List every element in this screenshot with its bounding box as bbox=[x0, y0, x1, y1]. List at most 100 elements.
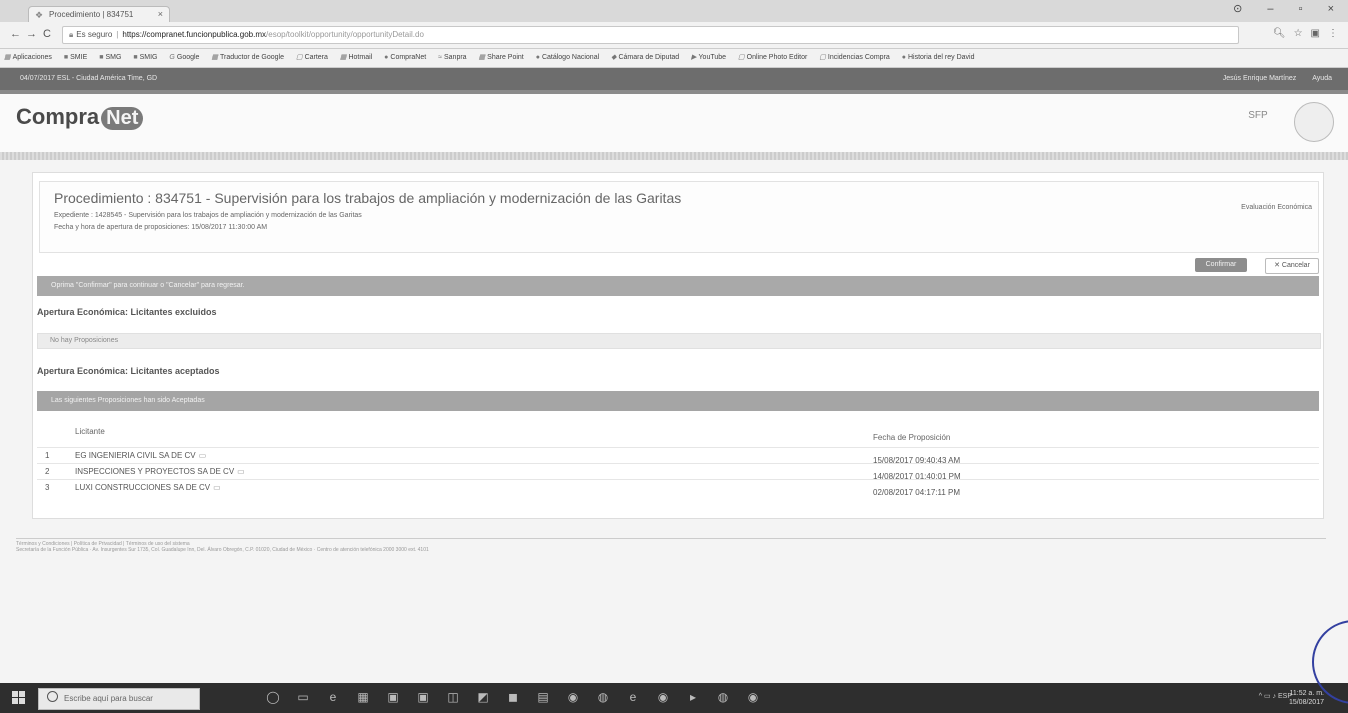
maximize-icon[interactable]: ▫ bbox=[1299, 3, 1303, 15]
browser-tab[interactable]: ❖ Procedimiento | 834751 × bbox=[28, 6, 170, 23]
tab-title: Procedimiento | 834751 bbox=[49, 10, 134, 19]
bookmark-item[interactable]: ● CompraNet bbox=[384, 54, 426, 61]
taskbar-app-icon[interactable]: ▣ bbox=[378, 690, 408, 704]
system-tray[interactable]: ^ ▭ ♪ ESP bbox=[1259, 692, 1292, 700]
procedure-info: Procedimiento : 834751 - Supervisión par… bbox=[39, 181, 1319, 253]
bookmark-item[interactable]: ■ SMG bbox=[99, 54, 121, 61]
url-host: https://compranet.funcionpublica.gob.mx bbox=[122, 30, 267, 39]
close-tab-icon[interactable]: × bbox=[158, 9, 163, 19]
forward-icon[interactable]: → bbox=[26, 28, 37, 40]
taskbar-app-icon[interactable]: ◉ bbox=[738, 690, 768, 704]
windows-taskbar: Escribe aquí para buscar ◯ ▭ e ▦ ▣ ▣ ◫ ◩ ◼ ▤ ◉ ◍ e ◉ ▸… bbox=[0, 683, 1348, 713]
lock-icon: 🔒︎ bbox=[69, 30, 74, 39]
info-icon: ▭ bbox=[213, 483, 221, 492]
extension-icon[interactable]: ▣ bbox=[1311, 28, 1320, 39]
taskbar-app-icon[interactable]: ◫ bbox=[438, 690, 468, 704]
user-menu: Jesús Enrique Martínez Ayuda bbox=[1209, 75, 1332, 82]
bookmark-item[interactable]: ■ SMIE bbox=[64, 54, 87, 61]
footer-divider bbox=[16, 538, 1326, 539]
site-header: Compra Net SFP bbox=[0, 94, 1348, 152]
back-icon[interactable]: ← bbox=[10, 28, 21, 40]
notice-text: Oprima "Confirmar" para continuar o "Can… bbox=[51, 282, 245, 289]
taskbar-app-icon[interactable]: ◯ bbox=[258, 690, 288, 704]
star-icon[interactable]: ☆ bbox=[1294, 28, 1303, 39]
minimize-icon[interactable]: – bbox=[1267, 3, 1273, 15]
taskbar-app-icon[interactable]: ◼ bbox=[498, 690, 528, 704]
session-info: 04/07/2017 ESL - Ciudad América Time, GD bbox=[20, 75, 158, 82]
column-header-licitante: Licitante bbox=[75, 427, 105, 436]
taskbar-app-icon[interactable]: ◉ bbox=[648, 690, 678, 704]
help-link[interactable]: Ayuda bbox=[1312, 75, 1332, 82]
user-link[interactable]: Jesús Enrique Martínez bbox=[1223, 75, 1297, 82]
taskbar-app-icon[interactable]: ▤ bbox=[528, 690, 558, 704]
sfp-logo: SFP bbox=[1248, 110, 1268, 121]
taskbar-app-icon[interactable]: ◉ bbox=[558, 690, 588, 704]
taskbar-app-icon[interactable]: e bbox=[318, 690, 348, 704]
page-footer: Términos y Condiciones | Política de Pri… bbox=[16, 541, 1326, 553]
bookmark-item[interactable]: ▦ Share Point bbox=[479, 53, 524, 61]
expediente-text: Expediente : 1428545 - Supervisión para … bbox=[54, 212, 362, 219]
taskbar-app-icon[interactable]: ◩ bbox=[468, 690, 498, 704]
info-icon: ▭ bbox=[198, 451, 207, 460]
address-actions: 🔍︎ ☆ ▣ ⋮ bbox=[1265, 28, 1338, 39]
browser-tabbar: ❖ Procedimiento | 834751 × ⊙ – ▫ × bbox=[0, 0, 1348, 23]
address-bar: ← → C 🔒︎ Es seguro | https://compranet.func… bbox=[0, 22, 1348, 49]
main-panel: Procedimiento : 834751 - Supervisión par… bbox=[32, 172, 1324, 519]
taskbar-app-icon[interactable]: ▦ bbox=[348, 690, 378, 704]
table-row[interactable]: 2 INSPECCIONES Y PROYECTOS SA DE CV ▭ 14/… bbox=[37, 463, 1319, 481]
economic-evaluation-link[interactable]: Evaluación Económica bbox=[1241, 204, 1312, 211]
taskbar-search-input[interactable]: Escribe aquí para buscar bbox=[38, 688, 200, 710]
table-row[interactable]: 3 LUXI CONSTRUCCIONES SA DE CV ▭ 02/08/20… bbox=[37, 479, 1319, 497]
opening-date-text: Fecha y hora de apertura de proposicione… bbox=[54, 224, 268, 231]
taskbar-app-icon[interactable]: ◍ bbox=[708, 690, 738, 704]
bookmark-item[interactable]: ▦ Traductor de Google bbox=[211, 53, 284, 61]
secure-label: Es seguro bbox=[76, 30, 113, 39]
taskbar-app-icon[interactable]: ▸ bbox=[678, 690, 708, 704]
url-input[interactable]: 🔒︎ Es seguro | https://compranet.funcionpub… bbox=[62, 26, 1239, 44]
reload-icon[interactable]: C bbox=[43, 28, 51, 40]
page-title: Procedimiento : 834751 - Supervisión par… bbox=[54, 190, 682, 206]
column-header-fecha: Fecha de Proposición bbox=[873, 433, 951, 442]
bookmark-item[interactable]: ▢ Cartera bbox=[296, 53, 328, 61]
windows-start-icon[interactable] bbox=[12, 691, 26, 705]
taskbar-apps: ◯ ▭ e ▦ ▣ ▣ ◫ ◩ ◼ ▤ ◉ ◍ e ◉ ▸ ◍ ◉ bbox=[258, 690, 768, 704]
bookmarks-bar: ▦ Aplicaciones ■ SMIE ■ SMG ■ SMIG G Google ▦… bbox=[0, 49, 1348, 68]
bookmark-item[interactable]: ≈ Sanpra bbox=[438, 54, 466, 61]
profile-icon[interactable]: ⊙ bbox=[1233, 2, 1242, 15]
window-controls: ⊙ – ▫ × bbox=[1211, 2, 1334, 15]
cortana-icon bbox=[47, 691, 58, 702]
taskbar-app-icon[interactable]: ▣ bbox=[408, 690, 438, 704]
bookmark-item[interactable]: ◆ Cámara de Diputad bbox=[611, 53, 679, 61]
app-topbar: 04/07/2017 ESL - Ciudad América Time, GD… bbox=[0, 68, 1348, 90]
compranet-logo[interactable]: Compra Net bbox=[16, 104, 144, 130]
header-stripe bbox=[0, 152, 1348, 160]
close-window-icon[interactable]: × bbox=[1328, 3, 1334, 15]
excluded-section-title: Apertura Económica: Licitantes excluidos bbox=[37, 307, 217, 317]
bookmark-item[interactable]: ▶ YouTube bbox=[691, 53, 726, 61]
bookmark-item[interactable]: ● Catálogo Nacional bbox=[536, 54, 599, 61]
bookmark-item[interactable]: ● Historia del rey David bbox=[902, 54, 975, 61]
bookmark-item[interactable]: ▢ Online Photo Editor bbox=[738, 53, 807, 61]
bookmark-item[interactable]: G Google bbox=[169, 54, 199, 61]
info-icon: ▭ bbox=[237, 467, 245, 476]
bookmark-item[interactable]: ▦ Aplicaciones bbox=[4, 53, 52, 61]
bookmark-item[interactable]: ▦ Hotmail bbox=[340, 53, 372, 61]
government-seal-icon bbox=[1294, 102, 1334, 142]
confirm-button[interactable]: Confirmar bbox=[1195, 258, 1247, 272]
taskbar-app-icon[interactable]: ◍ bbox=[588, 690, 618, 704]
accepted-section-title: Apertura Económica: Licitantes aceptados bbox=[37, 366, 220, 376]
page-icon: ❖ bbox=[35, 10, 44, 20]
accepted-strip: Las siguientes Proposiciones han sido Ac… bbox=[37, 391, 1319, 411]
taskbar-clock[interactable]: 11:52 a. m. 15/08/2017 bbox=[1289, 689, 1324, 707]
zoom-icon[interactable]: 🔍︎ bbox=[1273, 28, 1286, 39]
taskbar-app-icon[interactable]: ▭ bbox=[288, 690, 318, 704]
bookmark-item[interactable]: ■ SMIG bbox=[133, 54, 157, 61]
footer-address: Secretaría de la Función Pública · Av. I… bbox=[16, 547, 429, 553]
taskbar-app-icon[interactable]: e bbox=[618, 690, 648, 704]
confirm-notice-bar: Oprima "Confirmar" para continuar o "Can… bbox=[37, 276, 1319, 296]
menu-icon[interactable]: ⋮ bbox=[1328, 28, 1338, 39]
excluded-empty-strip: No hay Proposiciones bbox=[37, 333, 1321, 349]
cancel-button[interactable]: ✕ Cancelar bbox=[1265, 258, 1319, 274]
bookmark-item[interactable]: ▢ Incidencias Compra bbox=[819, 53, 890, 61]
table-row[interactable]: 1 EG INGENIERIA CIVIL SA DE CV ▭ 15/08/20… bbox=[37, 447, 1319, 465]
